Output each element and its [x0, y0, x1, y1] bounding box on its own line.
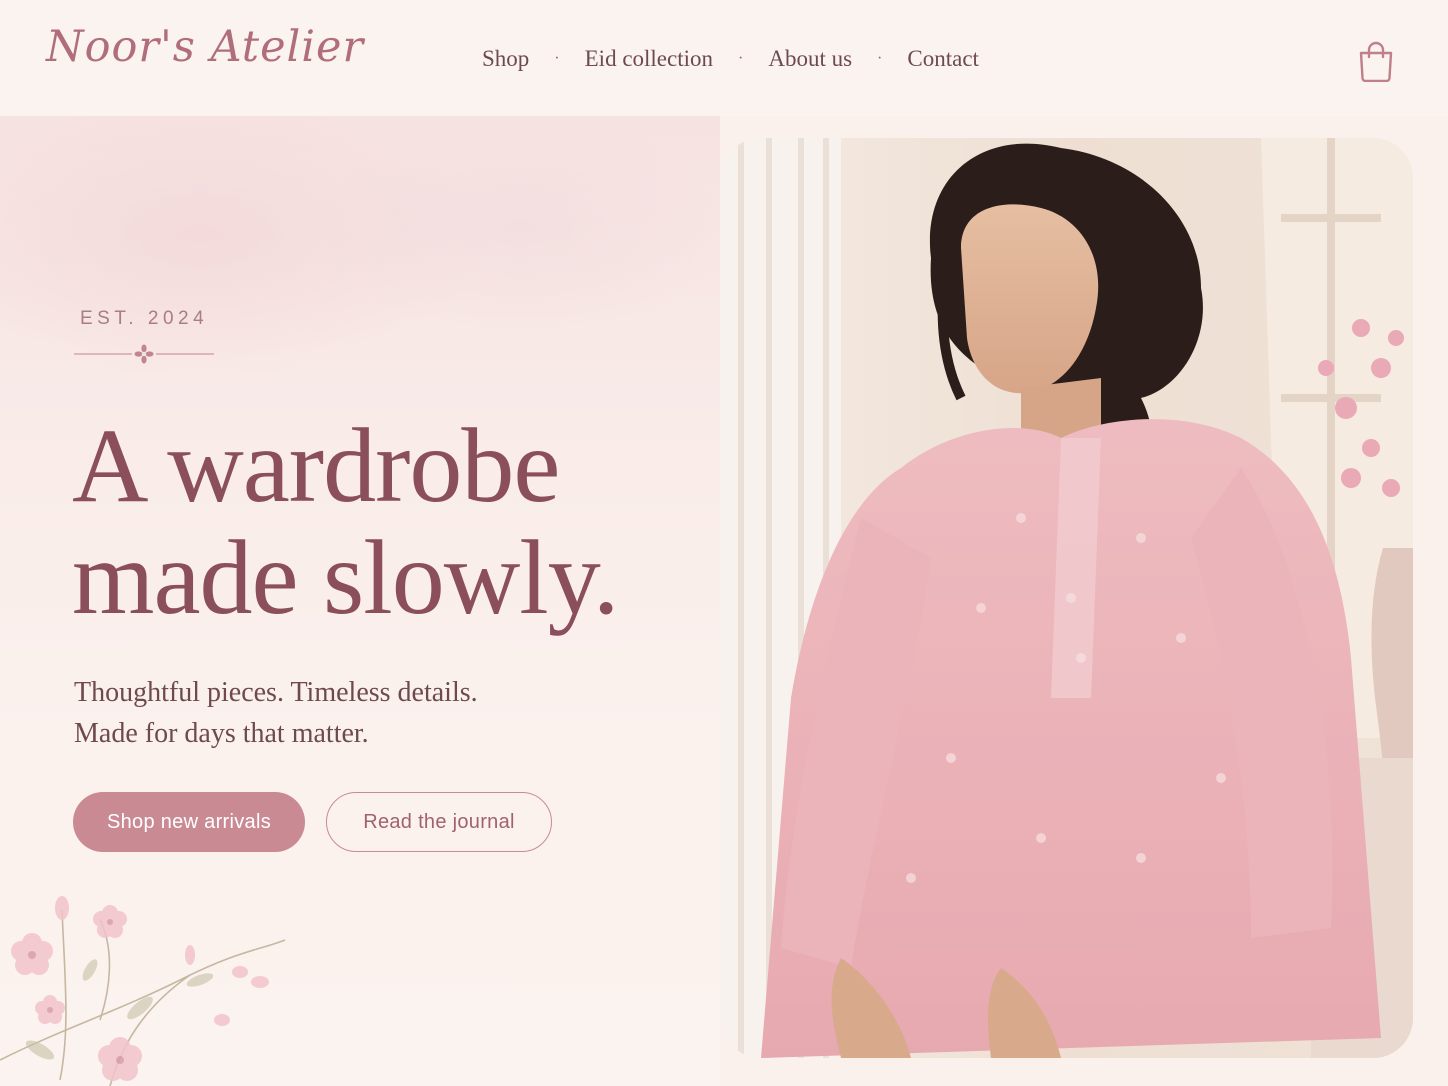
headline-line-1: A wardrobe	[72, 407, 560, 524]
flourish-divider-icon	[74, 344, 214, 364]
nav-item-shop[interactable]: Shop	[482, 46, 529, 72]
nav-item-contact[interactable]: Contact	[907, 46, 979, 72]
nav-separator: ·	[877, 50, 883, 67]
established-label: EST. 2024	[80, 308, 209, 329]
headline-line-2: made slowly.	[72, 519, 619, 636]
model-photo	[721, 138, 1413, 1058]
hero-model-image	[721, 138, 1413, 1058]
site-header: Noor's Atelier Shop · Eid collection · A…	[0, 0, 1448, 116]
shop-new-arrivals-button[interactable]: Shop new arrivals	[73, 792, 305, 852]
nav-separator: ·	[554, 50, 560, 67]
main-nav: Shop · Eid collection · About us · Conta…	[482, 46, 979, 72]
subtext-line-1: Thoughtful pieces. Timeless details.	[74, 677, 478, 708]
floral-decoration-icon	[0, 896, 286, 1086]
nav-item-about-us[interactable]: About us	[768, 46, 852, 72]
read-journal-button[interactable]: Read the journal	[326, 792, 552, 852]
shopping-bag-icon[interactable]	[1357, 40, 1395, 82]
nav-separator: ·	[738, 50, 744, 67]
hero-headline: A wardrobe made slowly.	[72, 410, 712, 634]
subtext-line-2: Made for days that matter.	[74, 718, 369, 749]
brand-logo[interactable]: Noor's Atelier	[46, 22, 364, 72]
hero-subtext: Thoughtful pieces. Timeless details. Mad…	[74, 672, 594, 754]
nav-item-eid-collection[interactable]: Eid collection	[585, 46, 713, 72]
